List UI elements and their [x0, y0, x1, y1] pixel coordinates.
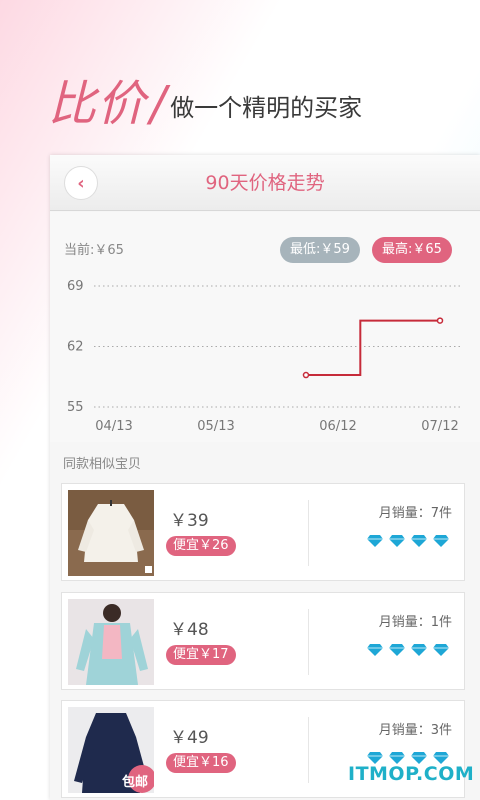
x-tick-label: 05/13 — [197, 419, 234, 434]
data-point — [302, 371, 310, 379]
product-image — [68, 490, 154, 576]
diamond-icon — [411, 644, 427, 656]
item-price: ￥39 — [170, 511, 209, 531]
diamond-icon — [389, 535, 405, 547]
data-point — [436, 317, 444, 324]
price-line-chart: 69 62 55 04/13 05/13 06/12 07/12 — [67, 279, 460, 434]
banner-main-text: 比价 — [48, 76, 147, 132]
page-title: 90天价格走势 — [205, 172, 325, 194]
rating-diamonds — [366, 643, 450, 657]
divider — [308, 500, 309, 566]
divider — [308, 609, 309, 675]
diamond-icon — [433, 644, 449, 656]
similar-item-1[interactable]: ￥39 便宜￥26 月销量：7件 — [61, 483, 465, 581]
monthly-sales: 月销量：1件 — [378, 615, 452, 630]
rating-diamonds — [366, 534, 450, 548]
free-shipping-badge: 包邮 — [122, 775, 149, 790]
cheaper-badge: 便宜￥26 — [166, 536, 236, 556]
similar-items-label: 同款相似宝贝 — [63, 457, 142, 472]
y-tick-label: 69 — [67, 279, 84, 294]
site-watermark: ITMOP.COM — [348, 763, 475, 785]
diamond-icon — [433, 535, 449, 547]
item-price: ￥49 — [170, 728, 209, 748]
product-image: 包邮 — [68, 707, 154, 793]
diamond-icon — [367, 644, 383, 656]
divider — [308, 717, 309, 783]
similar-item-2[interactable]: ￥48 便宜￥17 月销量：1件 — [61, 592, 465, 690]
diamond-icon — [389, 644, 405, 656]
x-tick-label: 07/12 — [421, 419, 458, 434]
diamond-icon — [367, 535, 383, 547]
product-image — [68, 599, 154, 685]
price-trend-card: ‹ 90天价格走势 当前:￥65 最低:￥59 最高:￥65 69 62 55 04/… — [50, 155, 480, 800]
item-price: ￥48 — [170, 620, 209, 640]
x-tick-label: 04/13 — [95, 419, 132, 434]
price-series-line — [305, 319, 440, 377]
monthly-sales: 月销量：3件 — [378, 723, 452, 738]
diamond-icon — [411, 535, 427, 547]
y-tick-label: 62 — [67, 340, 84, 355]
monthly-sales: 月销量：7件 — [378, 506, 452, 521]
price-chart-panel: 当前:￥65 最低:￥59 最高:￥65 69 62 55 04/13 05/13 06/… — [50, 212, 480, 442]
promo-banner: 比价 / 做一个精明的买家 — [48, 64, 362, 134]
card-header: ‹ 90天价格走势 — [50, 155, 480, 211]
cheaper-badge: 便宜￥16 — [166, 753, 236, 773]
banner-slash: / — [150, 76, 167, 132]
y-tick-label: 55 — [67, 400, 84, 415]
cheaper-badge: 便宜￥17 — [166, 645, 236, 665]
banner-sub-text: 做一个精明的买家 — [170, 94, 363, 122]
x-tick-label: 06/12 — [319, 419, 356, 434]
